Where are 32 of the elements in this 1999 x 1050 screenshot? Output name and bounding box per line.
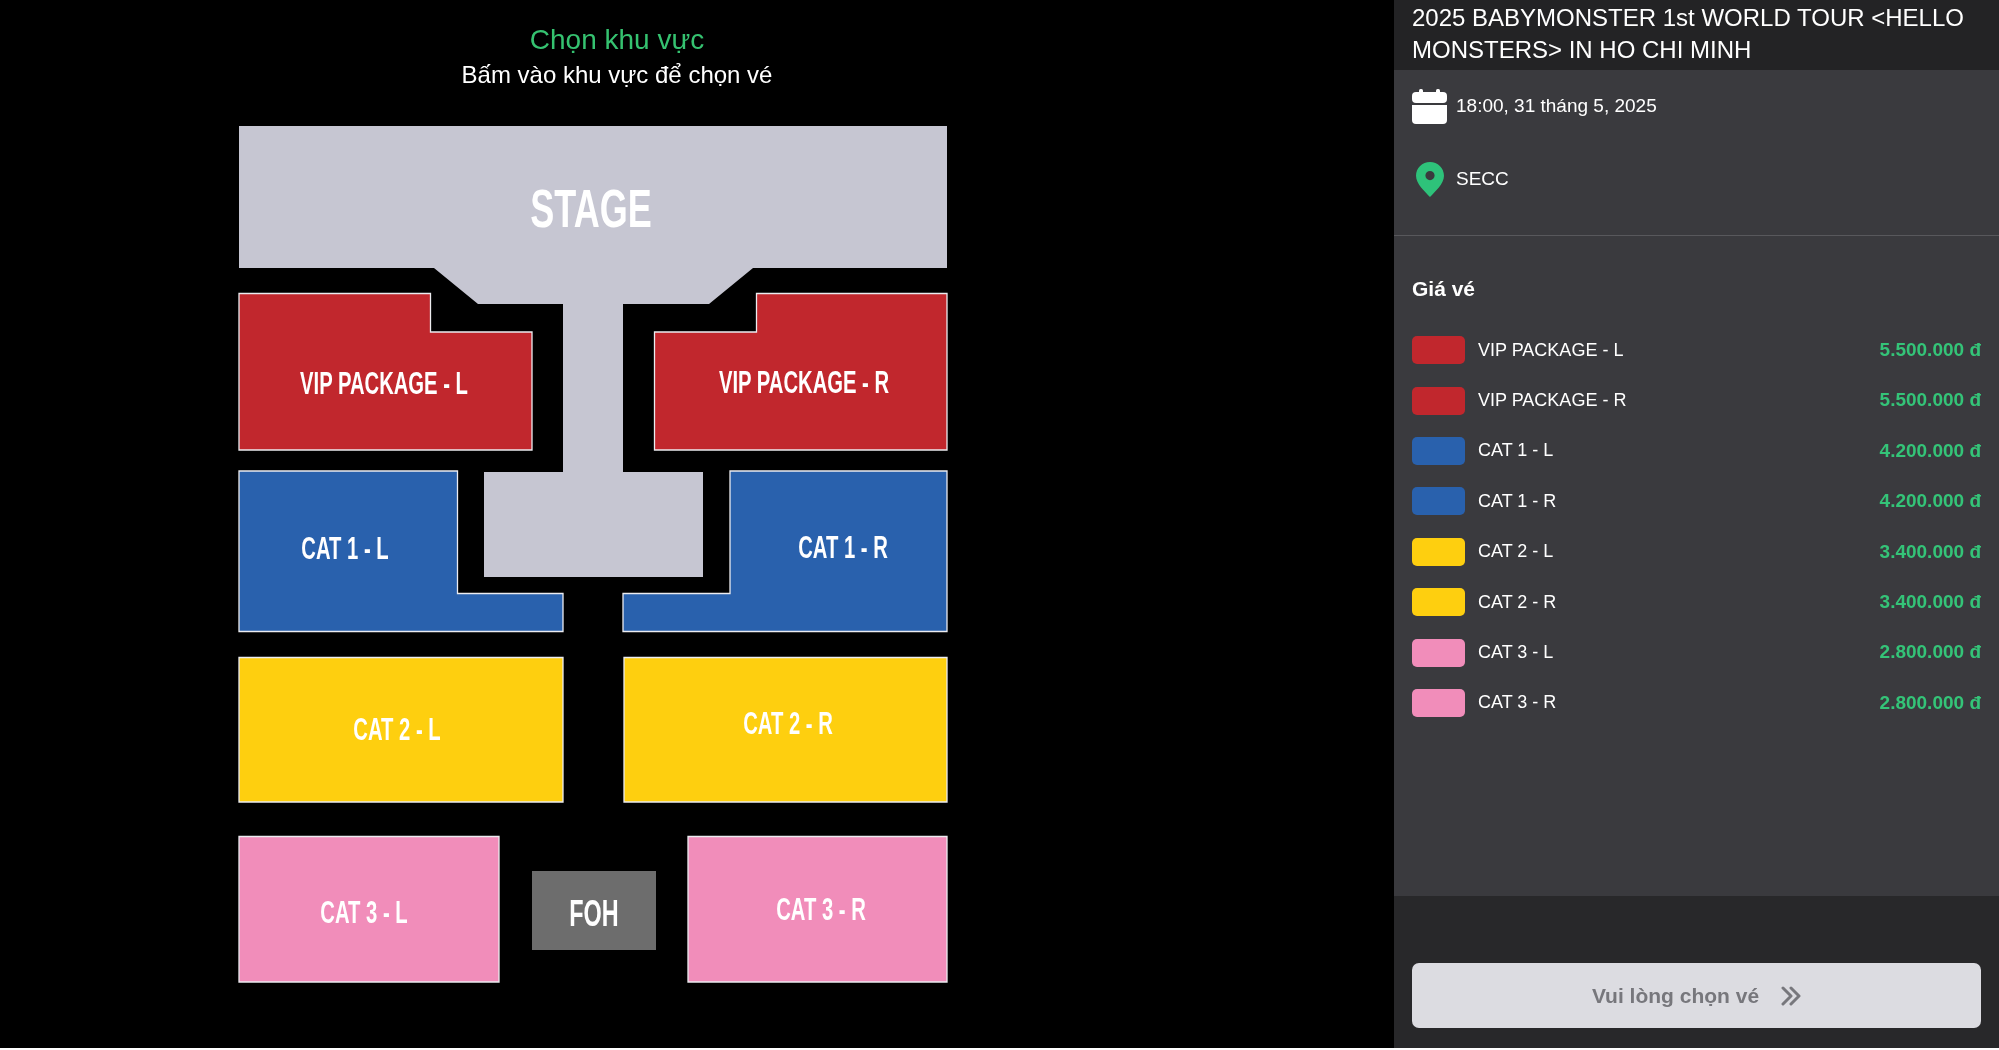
- ticket-price: 4.200.000 đ: [1879, 438, 1981, 463]
- ticket-price: 2.800.000 đ: [1879, 690, 1981, 715]
- seat-zone[interactable]: CAT 1 - L: [238, 470, 564, 633]
- seat-zone[interactable]: CAT 3 - L: [238, 835, 500, 983]
- ticket-price: 5.500.000 đ: [1879, 337, 1981, 362]
- foh-area: FOH: [532, 871, 656, 950]
- ticket-name: CAT 1 - L: [1478, 439, 1554, 463]
- seat-zone[interactable]: CAT 1 - R: [622, 470, 948, 633]
- ticket-name: CAT 3 - R: [1478, 691, 1557, 715]
- price-heading: Giá vé: [1412, 276, 1477, 302]
- section-title: Chọn khu vực: [529, 23, 705, 57]
- ticket-name: VIP PACKAGE - L: [1478, 338, 1624, 362]
- seat-zone[interactable]: CAT 3 - R: [687, 835, 948, 983]
- seat-zone[interactable]: VIP PACKAGE - R: [653, 292, 948, 451]
- calendar-icon: [1412, 89, 1447, 124]
- location-pin-icon: [1415, 162, 1444, 197]
- venue-name: SECC: [1456, 167, 1509, 192]
- ticket-name: VIP PACKAGE - R: [1478, 389, 1627, 413]
- ticket-price: 4.200.000 đ: [1879, 489, 1981, 514]
- ticket-name: CAT 2 - L: [1478, 540, 1554, 564]
- chevrons-right-icon: [1781, 985, 1802, 1006]
- ticket-name: CAT 2 - R: [1478, 590, 1557, 614]
- event-title: 2025 BABYMONSTER 1st WORLD TOUR <HELLO MONSTERS> IN HO CHI MINH: [1412, 3, 1965, 65]
- ticket-price: 3.400.000 đ: [1879, 589, 1981, 614]
- seat-zone[interactable]: VIP PACKAGE - L: [238, 292, 533, 451]
- ticket-name: CAT 1 - R: [1478, 489, 1557, 513]
- ticket-price: 3.400.000 đ: [1879, 539, 1981, 564]
- ticket-name: CAT 3 - L: [1478, 641, 1554, 665]
- instruction-text: Bấm vào khu vực để chọn vé: [461, 60, 773, 90]
- ticket-price: 2.800.000 đ: [1879, 640, 1981, 665]
- ticket-price: 5.500.000 đ: [1879, 388, 1981, 413]
- event-date: 18:00, 31 tháng 5, 2025: [1456, 94, 1657, 119]
